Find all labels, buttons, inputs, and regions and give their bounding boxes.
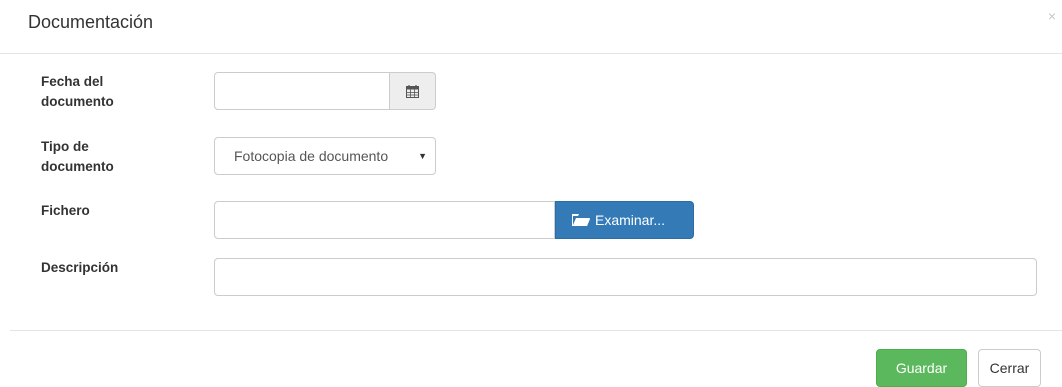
tipo-label-line2: documento: [41, 159, 114, 174]
modal-header: Documentación ×: [0, 0, 1062, 54]
calendar-icon: [406, 84, 419, 98]
examinar-button[interactable]: Examinar...: [555, 201, 694, 239]
cerrar-button[interactable]: Cerrar: [978, 349, 1041, 387]
fecha-label-line2: documento: [41, 94, 114, 109]
tipo-select[interactable]: Fotocopia de documento ▼: [214, 137, 436, 175]
close-icon[interactable]: ×: [1048, 8, 1056, 24]
descripcion-label: Descripción: [41, 260, 119, 275]
tipo-label-line1: Tipo de: [41, 139, 89, 154]
guardar-button[interactable]: Guardar: [876, 349, 967, 387]
modal-title: Documentación: [28, 12, 154, 32]
fichero-input[interactable]: [214, 201, 555, 239]
examinar-label: Examinar...: [595, 212, 666, 228]
folder-open-icon: [572, 214, 590, 226]
footer-divider: [10, 330, 1062, 331]
fecha-input[interactable]: [214, 72, 390, 110]
tipo-label: Tipo de documento: [41, 137, 191, 177]
tipo-select-value: Fotocopia de documento: [234, 148, 389, 164]
fecha-label-line1: Fecha del: [41, 74, 104, 89]
fecha-label: Fecha del documento: [41, 72, 191, 112]
descripcion-input[interactable]: [214, 258, 1037, 296]
calendar-button[interactable]: [389, 72, 436, 110]
chevron-down-icon: ▼: [418, 151, 427, 161]
fichero-label: Fichero: [41, 203, 90, 218]
